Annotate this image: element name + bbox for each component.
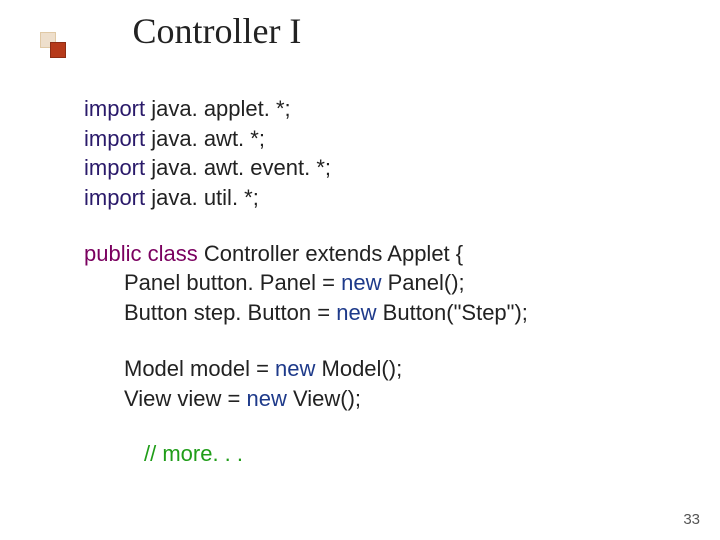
ctor-call: Button("Step");: [377, 300, 528, 325]
code-comment: // more. . .: [144, 441, 243, 466]
keyword-new: new: [341, 270, 381, 295]
keyword-new: new: [275, 356, 315, 381]
import-line: import java. awt. *;: [84, 124, 660, 154]
ctor-call: Panel();: [381, 270, 464, 295]
ctor-call: View();: [287, 386, 361, 411]
class-decl-line: public class Controller extends Applet {: [84, 239, 660, 269]
keyword-import: import: [84, 126, 145, 151]
keyword-extends: extends: [305, 241, 382, 266]
import-path: java. util. *;: [145, 185, 259, 210]
field-decl: Panel button. Panel =: [124, 270, 341, 295]
local-decl: View view =: [124, 386, 246, 411]
import-line: import java. util. *;: [84, 183, 660, 213]
import-path: java. awt. *;: [145, 126, 265, 151]
code-block: import java. applet. *; import java. awt…: [84, 94, 660, 469]
slide-title: Controller I: [132, 10, 301, 52]
blank-line: [84, 213, 660, 239]
field-line: Panel button. Panel = new Panel();: [84, 268, 660, 298]
import-path: java. awt. event. *;: [145, 155, 331, 180]
superclass-name: Applet {: [382, 241, 463, 266]
field-line: Button step. Button = new Button("Step")…: [84, 298, 660, 328]
local-line: Model model = new Model();: [84, 354, 660, 384]
keyword-class: class: [148, 241, 198, 266]
import-path: java. applet. *;: [145, 96, 291, 121]
comment-line: // more. . .: [84, 439, 660, 469]
keyword-import: import: [84, 96, 145, 121]
ctor-call: Model();: [315, 356, 402, 381]
slide-title-area: Controller I: [40, 10, 680, 52]
import-line: import java. applet. *;: [84, 94, 660, 124]
slide: Controller I import java. applet. *; imp…: [0, 0, 720, 540]
local-line: View view = new View();: [84, 384, 660, 414]
blank-line: [84, 413, 660, 439]
square-red-icon: [50, 42, 66, 58]
import-line: import java. awt. event. *;: [84, 153, 660, 183]
keyword-import: import: [84, 185, 145, 210]
class-name: Controller: [198, 241, 306, 266]
title-decoration: [40, 16, 70, 46]
local-decl: Model model =: [124, 356, 275, 381]
blank-line: [84, 328, 660, 354]
page-number: 33: [683, 511, 700, 528]
keyword-new: new: [336, 300, 376, 325]
field-decl: Button step. Button =: [124, 300, 336, 325]
keyword-import: import: [84, 155, 145, 180]
keyword-new: new: [246, 386, 286, 411]
keyword-public: public: [84, 241, 141, 266]
